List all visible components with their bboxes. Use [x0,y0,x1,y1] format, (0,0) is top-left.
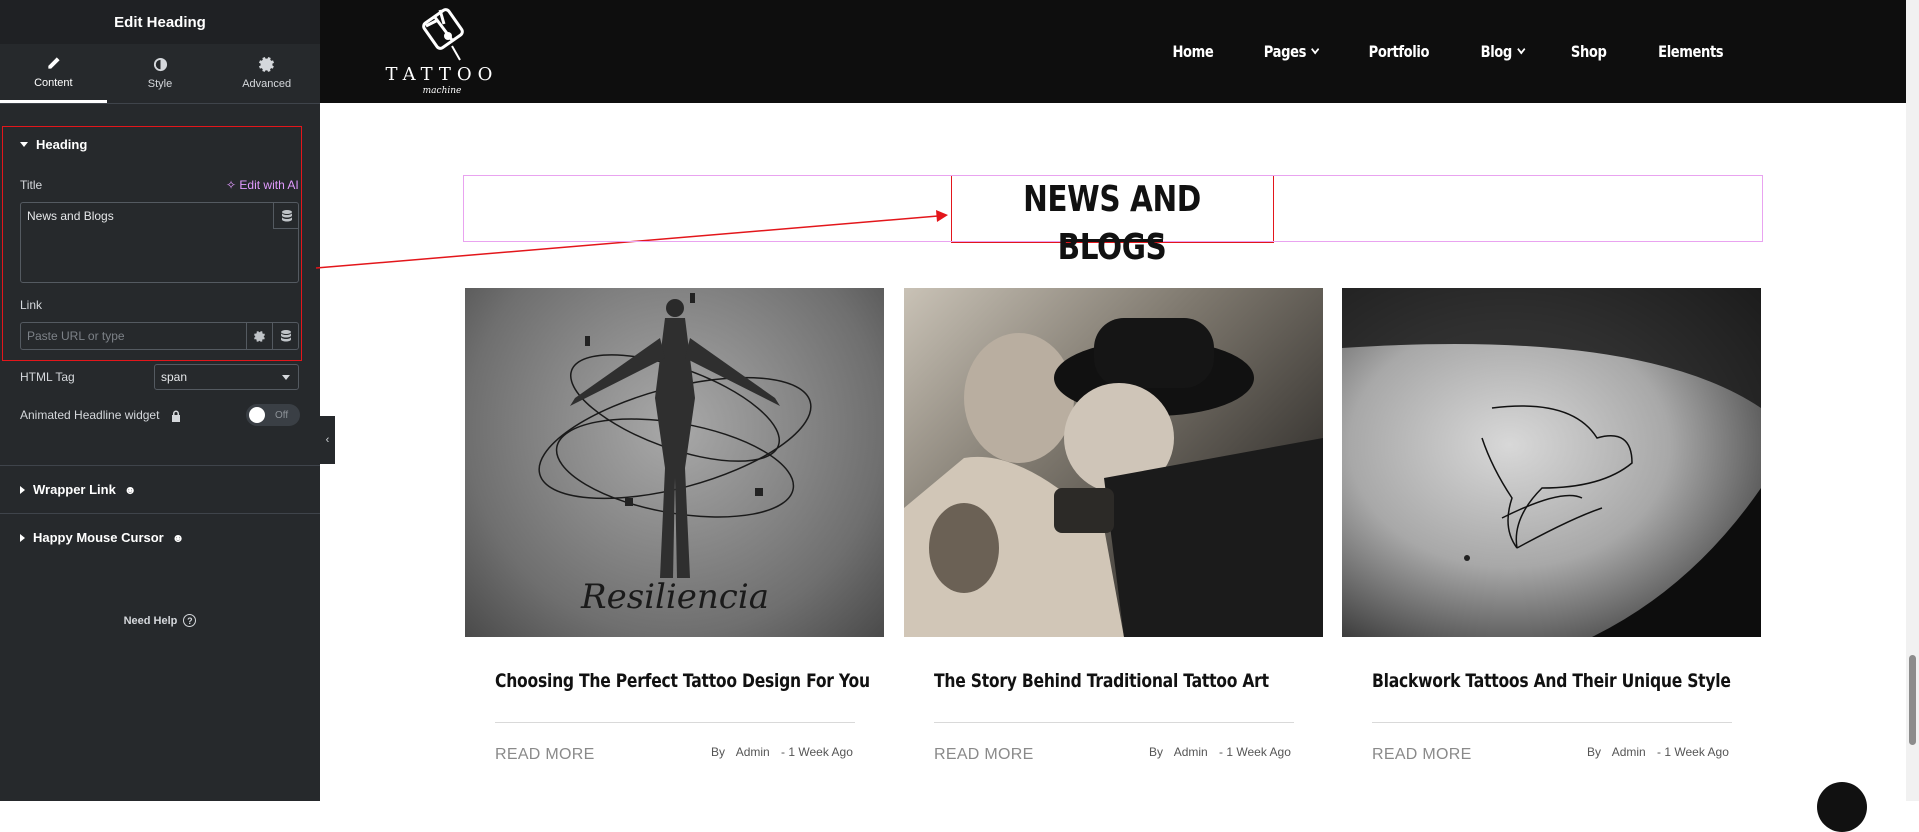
chevron-left-icon: ‹ [325,434,330,446]
tattoo-machine-icon [422,8,464,61]
tab-style-label: Style [147,78,173,90]
logo-text: TATTOO [385,64,499,85]
nav-blog-label: Blog [1480,42,1513,61]
post-1-divider [495,722,855,723]
tattoo-artist-photo [904,318,1323,637]
animated-headline-toggle[interactable]: Off [246,404,300,426]
animated-headline-label: Animated Headline widget [20,408,160,422]
toggle-knob [249,407,265,423]
post-3-date: - 1 Week Ago [1657,745,1729,759]
happy-mouse-cursor-section-toggle[interactable]: Happy Mouse Cursor ☻ [0,530,204,545]
wrapper-link-section-toggle[interactable]: Wrapper Link ☻ [0,482,156,497]
nav-home-label: Home [1172,42,1214,61]
scroll-to-top-button[interactable] [1817,782,1867,832]
happy-addons-icon: ☻ [171,530,185,545]
post-1-meta: By Admin - 1 Week Ago [711,745,853,759]
post-1-by: By [711,745,726,759]
animated-headline-row: Animated Headline widget [20,408,181,422]
html-tag-value: span [161,370,188,384]
nav-portfolio[interactable]: Portfolio [1369,42,1430,61]
nav-home[interactable]: Home [1173,42,1214,61]
panel-title: Edit Heading [114,13,206,31]
post-1-image-text: Resiliencia [580,577,769,617]
post-3-by: By [1587,745,1602,759]
panel-tabs: Content Style Advanced [0,44,320,104]
section-divider [0,513,320,514]
post-2-meta: By Admin - 1 Week Ago [1149,745,1291,759]
heading-underline [1063,239,1163,242]
post-1-author[interactable]: Admin [736,745,770,759]
wrapper-link-title: Wrapper Link [33,482,116,497]
happy-addons-icon: ☻ [123,482,137,497]
nav-elements-label: Elements [1657,42,1723,61]
need-help-label: Need Help [123,614,178,627]
section-heading[interactable]: NEWS AND BLOGS [981,176,1243,268]
lock-icon [171,410,180,422]
tab-content-label: Content [34,76,73,89]
section-divider [0,465,320,466]
nav-pages[interactable]: Pages [1263,42,1320,61]
nav-elements[interactable]: Elements [1658,42,1723,61]
nav-pages-label: Pages [1263,42,1307,61]
tattoo-resiliencia-image: Resiliencia [538,293,812,617]
post-3-title[interactable]: Blackwork Tattoos And Their Unique Style [1372,670,1731,692]
post-3-author[interactable]: Admin [1612,745,1646,759]
tab-content[interactable]: Content [0,44,107,103]
post-3-read-more[interactable]: READ MORE [1372,746,1472,764]
post-3-divider [1372,722,1732,723]
site-logo[interactable]: TATTOO machine [382,6,502,98]
page-scrollbar[interactable] [1906,0,1919,801]
nav-blog[interactable]: Blog [1480,42,1526,61]
post-3-meta: By Admin - 1 Week Ago [1587,745,1729,759]
post-2-author[interactable]: Admin [1174,745,1208,759]
main-nav: Home Pages Portfolio Blog Shop Elements [1168,0,1730,103]
post-1-read-more[interactable]: READ MORE [495,746,595,764]
caret-right-icon [20,485,25,494]
question-icon: ? [183,614,197,627]
panel-header: Edit Heading [0,0,320,44]
html-tag-select[interactable]: span [154,364,299,390]
tab-style[interactable]: Style [107,44,214,103]
post-image-3[interactable] [1342,288,1761,637]
half-circle-icon [153,57,167,72]
post-1-title[interactable]: Choosing The Perfect Tattoo Design For Y… [495,670,870,692]
post-image-2[interactable] [904,288,1323,637]
site-header: TATTOO machine Home Pages Portfolio Blog… [320,0,1906,103]
panel-collapse-button[interactable]: ‹ [320,416,335,464]
logo-subtext: machine [422,86,462,96]
nav-shop-label: Shop [1571,42,1607,61]
editor-panel: Edit Heading Content Style Advanced Head… [0,0,320,801]
bird-tattoo-image [1342,288,1761,637]
pencil-icon [48,56,60,69]
post-2-read-more[interactable]: READ MORE [934,746,1034,764]
toggle-state-label: Off [275,409,289,421]
chevron-down-icon [282,374,290,380]
post-2-date: - 1 Week Ago [1219,745,1291,759]
need-help-link[interactable]: Need Help ? [0,614,320,627]
caret-right-icon [20,533,25,542]
tab-advanced-label: Advanced [242,78,292,90]
post-image-1[interactable]: Resiliencia [465,288,884,637]
post-2-by: By [1149,745,1164,759]
gear-icon [259,57,275,72]
post-2-title[interactable]: The Story Behind Traditional Tattoo Art [934,670,1269,692]
post-2-divider [934,722,1294,723]
nav-portfolio-label: Portfolio [1369,42,1430,61]
chevron-down-icon [1517,44,1526,55]
scrollbar-thumb[interactable] [1909,655,1916,745]
tab-advanced[interactable]: Advanced [213,44,320,103]
html-tag-label: HTML Tag [20,370,75,384]
highlight-box-heading-controls [2,126,302,361]
chevron-down-icon [1311,44,1320,55]
post-1-date: - 1 Week Ago [781,745,853,759]
happy-mouse-cursor-title: Happy Mouse Cursor [33,530,164,545]
nav-shop[interactable]: Shop [1571,42,1607,61]
